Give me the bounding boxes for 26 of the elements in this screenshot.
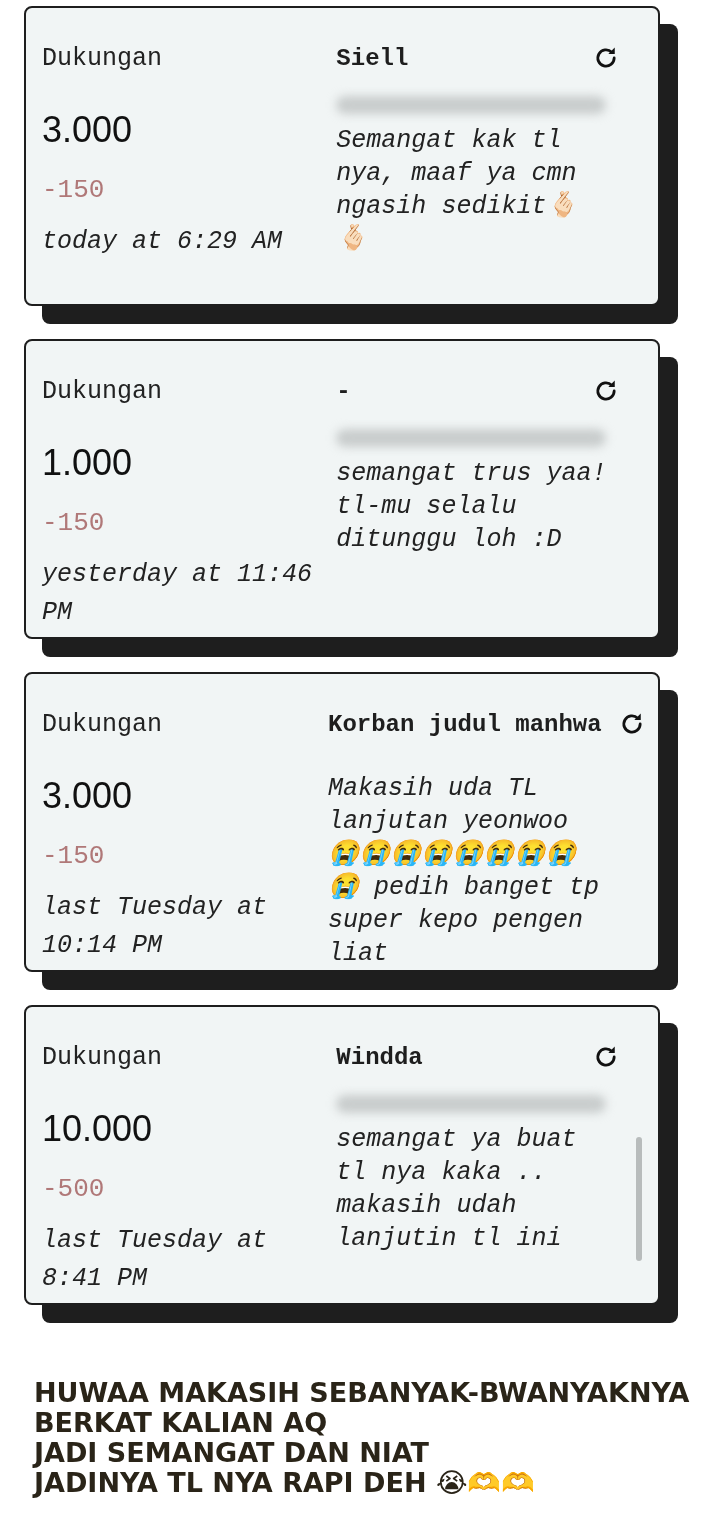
timestamp: yesterday at 11:46 PM (42, 559, 314, 629)
support-message: semangat trus yaa! tl-mu selalu ditunggu loh :D (336, 458, 608, 556)
donation-amount: 3.000 (42, 109, 134, 151)
fee-amount: -500 (42, 1174, 106, 1204)
fee-amount: -150 (42, 841, 106, 871)
donation-label: Dukungan (42, 44, 164, 73)
caption-text: HUWAA MAKASIH SEBANYAK-BWANYAKNYA BERKAT KALIAN AQ JADI SEMANGAT DAN NIAT JADINYA TL NYA RAPI DEH 😭🫶🫶 (34, 1378, 691, 1498)
support-message: Semangat kak tl nya, maaf ya cmn ngasih sedikit🫰🏻🫰🏻 (336, 125, 579, 256)
donation-amount: 1.000 (42, 442, 134, 484)
supporter-name: - (336, 377, 351, 405)
fee-amount: -150 (42, 508, 106, 538)
donation-amount: 3.000 (42, 775, 134, 817)
supporter-name: Windda (336, 1043, 423, 1071)
supporter-name: Korban judul manhwa (328, 710, 602, 738)
scrollbar-thumb[interactable] (636, 1137, 642, 1261)
support-message: semangat ya buat tl nya kaka .. makasih udah lanjutin tl ini (336, 1124, 578, 1255)
support-message: Makasih uda TL lanjutan yeonwoo 😭😭😭😭😭😭😭😭😭 pedih banget tp super kepo pengen liat (328, 773, 600, 970)
timestamp: last Tuesday at 10:14 PM (42, 892, 269, 962)
donation-label: Dukungan (42, 377, 164, 406)
timestamp: last Tuesday at 8:41 PM (42, 1225, 269, 1295)
fee-amount: -150 (42, 175, 106, 205)
supporter-name: Siell (336, 44, 409, 72)
donation-amount: 10.000 (42, 1108, 154, 1150)
donation-label: Dukungan (42, 710, 164, 739)
donation-label: Dukungan (42, 1043, 164, 1072)
timestamp: today at 6:29 AM (42, 226, 284, 258)
